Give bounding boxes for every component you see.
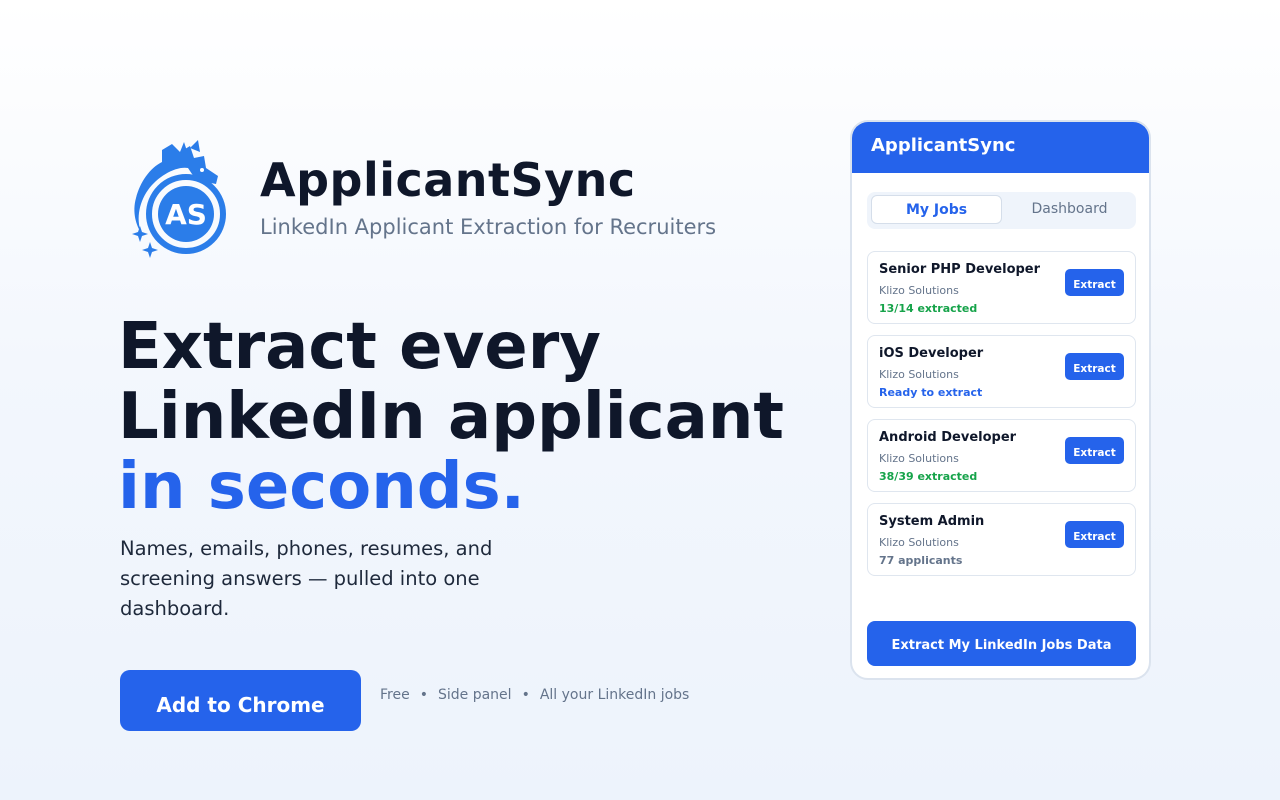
extension-panel: ApplicantSync My Jobs Dashboard Senior P… <box>850 120 1151 680</box>
panel-tabs: My Jobs Dashboard <box>867 192 1136 229</box>
job-company: Klizo Solutions <box>879 368 959 381</box>
job-title: System Admin <box>879 514 985 529</box>
cta-meta: Free • Side panel • All your LinkedIn jobs <box>380 687 689 703</box>
dragon-logo-icon: AS <box>128 140 232 262</box>
logo-text: AS <box>165 198 207 231</box>
tab-my-jobs[interactable]: My Jobs <box>871 195 1002 224</box>
job-company: Klizo Solutions <box>879 536 959 549</box>
job-card: iOS Developer Klizo Solutions Ready to e… <box>867 335 1136 408</box>
job-status: Ready to extract <box>879 386 983 399</box>
job-company: Klizo Solutions <box>879 284 959 297</box>
meta-separator: • <box>521 687 530 703</box>
meta-all-jobs: All your LinkedIn jobs <box>539 687 690 703</box>
extract-button[interactable]: Extract <box>1065 437 1124 464</box>
job-status: 13/14 extracted <box>879 302 978 315</box>
job-title: Senior PHP Developer <box>879 262 1041 277</box>
hero-line-accent: in seconds. <box>118 450 525 524</box>
meta-separator: • <box>419 687 428 703</box>
hero-line-1: Extract every <box>118 310 601 384</box>
extract-button[interactable]: Extract <box>1065 521 1124 548</box>
hero-subtitle: Names, emails, phones, resumes, and scre… <box>120 537 493 620</box>
job-status: 38/39 extracted <box>879 470 978 483</box>
tab-dashboard[interactable]: Dashboard <box>1007 195 1132 224</box>
job-card: System Admin Klizo Solutions 77 applican… <box>867 503 1136 576</box>
meta-free: Free <box>380 687 410 703</box>
job-card: Android Developer Klizo Solutions 38/39 … <box>867 419 1136 492</box>
add-to-chrome-button[interactable]: Add to Chrome <box>120 670 361 731</box>
hero-line-2: LinkedIn applicant <box>118 380 784 454</box>
hero-title: Extract every LinkedIn applicant in seco… <box>118 312 784 522</box>
brand-name: ApplicantSync <box>260 153 636 207</box>
meta-side-panel: Side panel <box>437 687 512 703</box>
job-company: Klizo Solutions <box>879 452 959 465</box>
job-status: 77 applicants <box>879 554 963 567</box>
brand-tagline: LinkedIn Applicant Extraction for Recrui… <box>260 215 717 239</box>
job-title: Android Developer <box>879 430 1017 445</box>
job-card: Senior PHP Developer Klizo Solutions 13/… <box>867 251 1136 324</box>
job-title: iOS Developer <box>879 346 984 361</box>
extract-button[interactable]: Extract <box>1065 353 1124 380</box>
extract-all-jobs-button[interactable]: Extract My LinkedIn Jobs Data <box>867 621 1136 666</box>
extract-button[interactable]: Extract <box>1065 269 1124 296</box>
panel-title: ApplicantSync <box>852 122 1149 173</box>
